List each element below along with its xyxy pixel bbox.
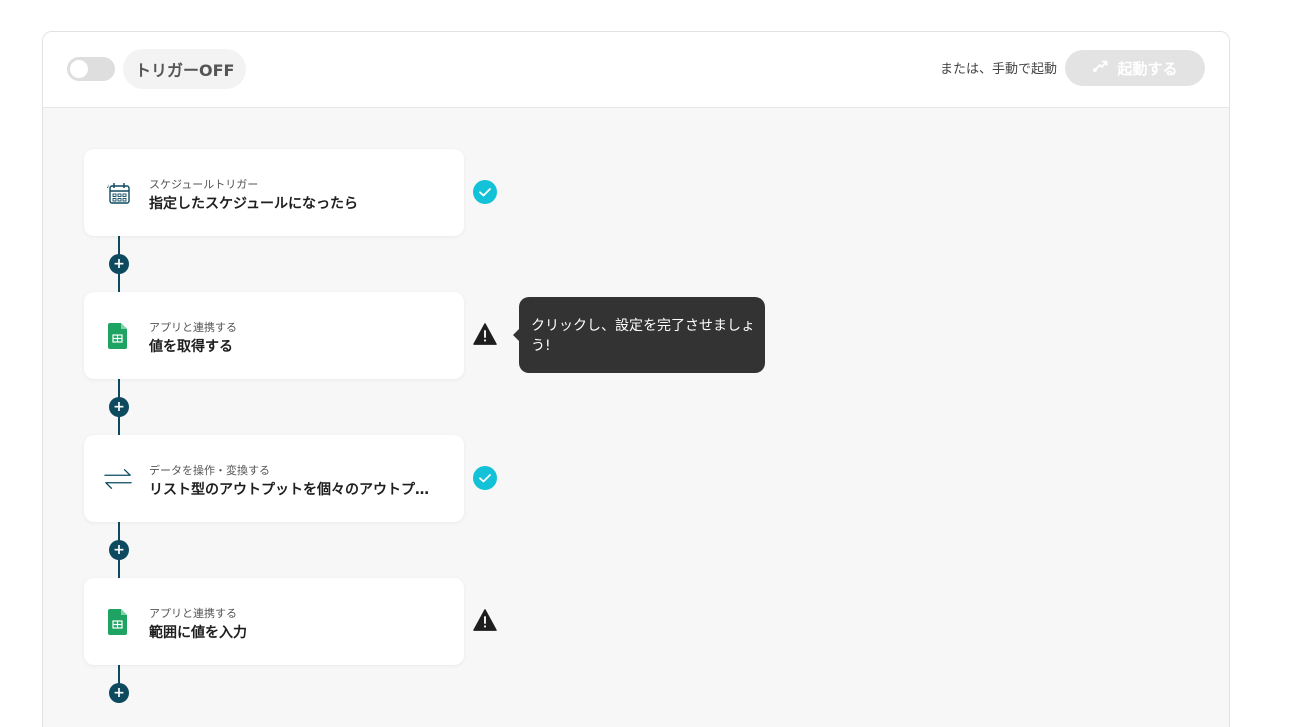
start-button[interactable]: 起動する xyxy=(1065,50,1205,86)
step-title: 範囲に値を入力 xyxy=(149,625,247,641)
transform-arrows-icon xyxy=(104,465,132,493)
step-card-get-values[interactable]: アプリと連携する 値を取得する xyxy=(84,292,464,379)
add-step-button[interactable]: + xyxy=(109,397,129,417)
calendar-schedule-icon xyxy=(104,179,132,207)
check-icon xyxy=(473,180,497,204)
step-title: 指定したスケジュールになったら xyxy=(149,196,359,212)
google-sheets-icon xyxy=(104,608,132,636)
setup-tooltip: クリックし、設定を完了させましょう! xyxy=(513,297,765,373)
launch-icon xyxy=(1092,59,1108,77)
add-step-button[interactable]: + xyxy=(109,540,129,560)
workflow-toolbar: トリガーOFF または、手動で起動 起動する xyxy=(43,32,1229,108)
add-step-button[interactable]: + xyxy=(109,683,129,703)
step-card-schedule-trigger[interactable]: スケジュールトリガー 指定したスケジュールになったら xyxy=(84,149,464,236)
google-sheets-icon xyxy=(104,322,132,350)
step-card-input-values[interactable]: アプリと連携する 範囲に値を入力 xyxy=(84,578,464,665)
step-category: アプリと連携する xyxy=(149,607,237,620)
toggle-knob xyxy=(70,60,88,78)
workflow-panel: トリガーOFF または、手動で起動 起動する + + + + スケジュールトリガ… xyxy=(42,31,1230,727)
manual-start-label: または、手動で起動 xyxy=(939,62,1057,77)
step-title: リスト型のアウトプットを個々のアウトプットに変換する xyxy=(149,482,434,498)
step-title: 値を取得する xyxy=(149,339,233,355)
step-category: アプリと連携する xyxy=(149,321,237,334)
trigger-status-label: トリガーOFF xyxy=(123,49,247,89)
trigger-toggle[interactable] xyxy=(67,57,115,81)
check-icon xyxy=(473,466,497,490)
add-step-button[interactable]: + xyxy=(109,254,129,274)
warning-icon[interactable] xyxy=(473,608,497,632)
step-category: スケジュールトリガー xyxy=(149,178,259,191)
warning-icon[interactable] xyxy=(473,322,497,346)
step-card-transform-data[interactable]: データを操作・変換する リスト型のアウトプットを個々のアウトプットに変換する xyxy=(84,435,464,522)
step-category: データを操作・変換する xyxy=(149,464,270,477)
start-button-label: 起動する xyxy=(1117,59,1178,78)
